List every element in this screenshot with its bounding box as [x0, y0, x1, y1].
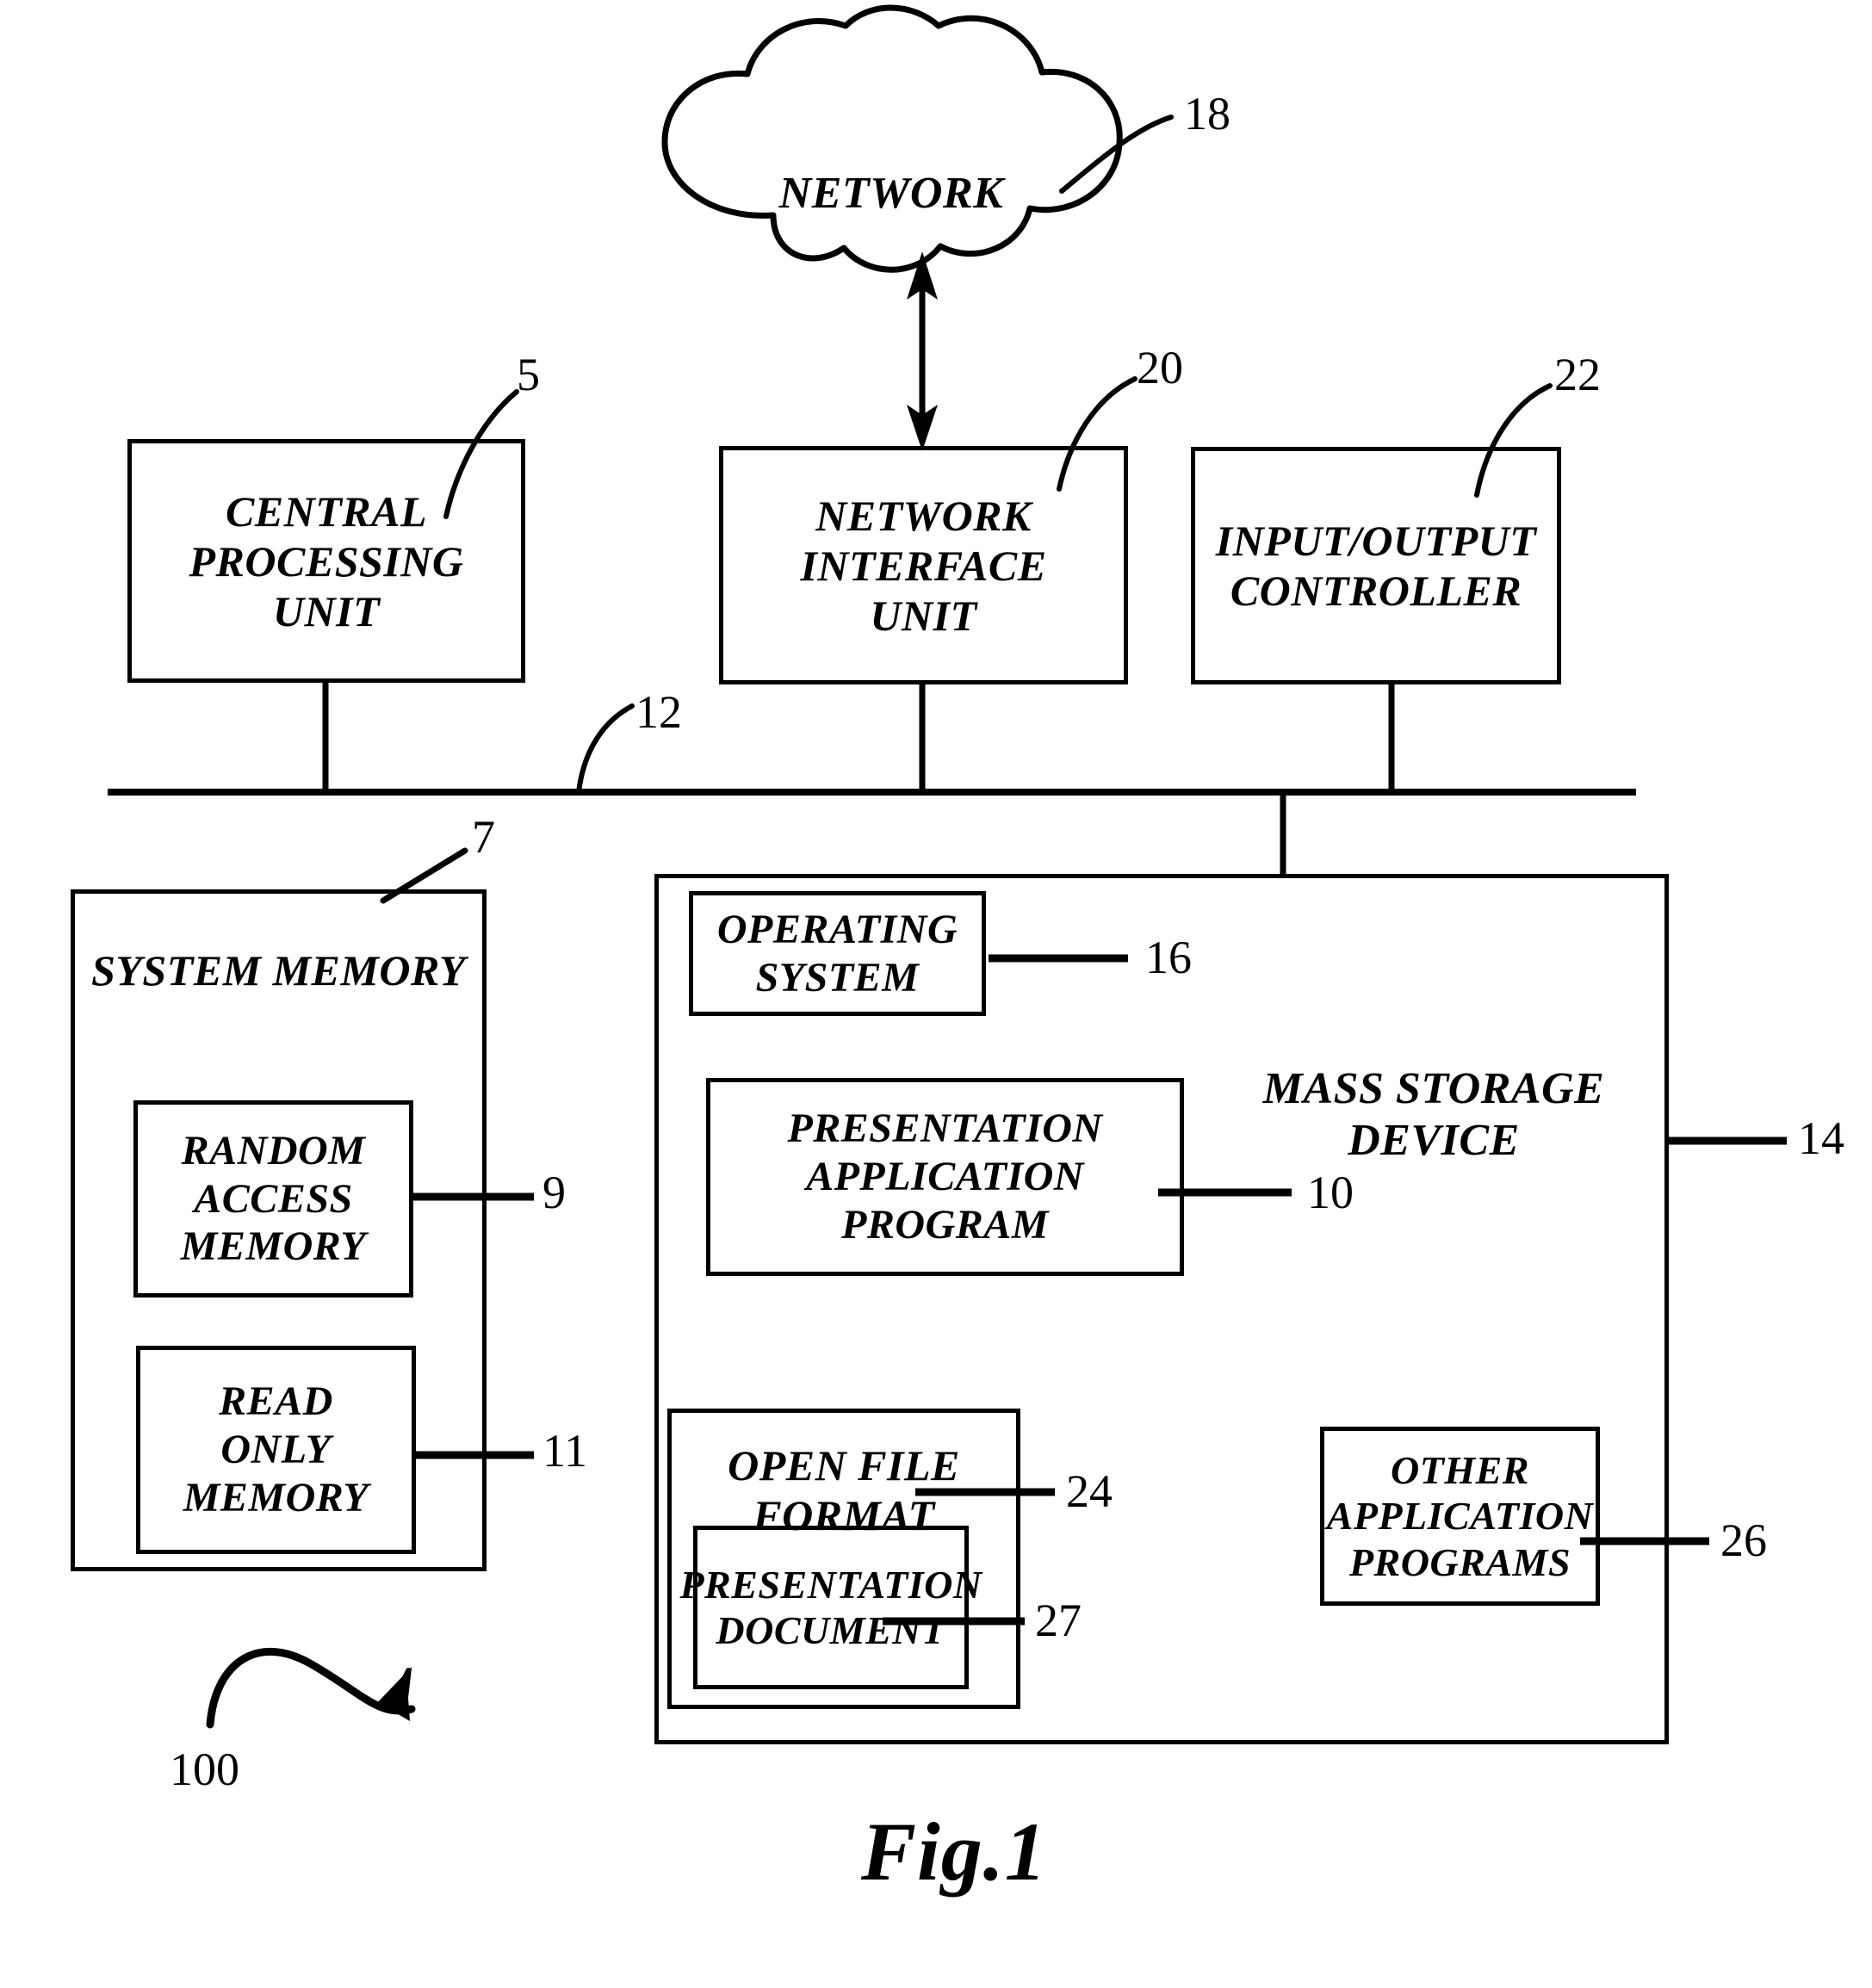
ref-num-9: 9 — [542, 1167, 566, 1218]
system-pointer-arrow-curve — [206, 1647, 416, 1729]
ref-num-14: 14 — [1798, 1112, 1844, 1164]
system-pointer-arrow-head — [377, 1668, 412, 1721]
box-label-niu: NETWORK INTERFACE UNIT — [800, 491, 1047, 640]
ref-num-27: 27 — [1035, 1595, 1082, 1646]
box-label-presentation-app: PRESENTATION APPLICATION PROGRAM — [787, 1105, 1103, 1248]
figure-caption: Fig.1 — [861, 1805, 1047, 1898]
box-presentation-document[interactable]: PRESENTATION DOCUMENT — [679, 1526, 982, 1689]
box-label-operating-system: OPERATING SYSTEM — [716, 906, 958, 1000]
box-network-interface-unit[interactable]: NETWORK INTERFACE UNIT — [719, 446, 1128, 684]
network-cloud-label: NETWORK — [778, 169, 1004, 218]
box-central-processing-unit[interactable]: CENTRAL PROCESSING UNIT — [127, 439, 525, 683]
ref-num-26: 26 — [1720, 1514, 1767, 1566]
ref-num-24: 24 — [1066, 1465, 1113, 1517]
leader-line-18 — [1059, 115, 1174, 194]
box-label-ram: RANDOM ACCESS MEMORY — [180, 1127, 367, 1270]
leader-line-12 — [576, 703, 635, 795]
box-label-mass-storage: MASS STORAGE DEVICE — [1262, 1064, 1605, 1166]
ref-num-22: 22 — [1554, 349, 1601, 400]
system-pointer-arrow-head-2 — [374, 1667, 412, 1712]
ref-num-11: 11 — [542, 1425, 587, 1477]
box-presentation-application-program[interactable]: PRESENTATION APPLICATION PROGRAM — [706, 1078, 1184, 1276]
patent-figure-1: NETWORK 18 CENTRAL PROCESSING UNIT 5 NET… — [0, 0, 1872, 1988]
network-cloud-shape — [661, 4, 1123, 273]
ref-num-20: 20 — [1137, 342, 1183, 393]
box-label-system-memory: SYSTEM MEMORY — [91, 946, 466, 994]
box-label-cpu: CENTRAL PROCESSING UNIT — [189, 486, 464, 635]
ref-num-100: 100 — [170, 1743, 239, 1795]
ref-num-18: 18 — [1184, 88, 1230, 139]
ref-num-5: 5 — [517, 349, 540, 400]
box-label-other-app-programs: OTHER APPLICATION PROGRAMS — [1326, 1447, 1594, 1584]
ref-num-7: 7 — [472, 811, 495, 863]
box-label-ioc: INPUT/OUTPUT CONTROLLER — [1215, 517, 1537, 615]
network-link-arrow-down — [907, 405, 938, 451]
box-operating-system[interactable]: OPERATING SYSTEM — [689, 891, 986, 1016]
ref-num-10: 10 — [1307, 1167, 1354, 1218]
box-input-output-controller[interactable]: INPUT/OUTPUT CONTROLLER — [1191, 447, 1561, 684]
ref-num-16: 16 — [1145, 932, 1192, 983]
ref-num-12: 12 — [635, 686, 682, 738]
box-other-application-programs[interactable]: OTHER APPLICATION PROGRAMS — [1320, 1427, 1600, 1606]
network-link-arrow-up — [907, 251, 938, 300]
box-read-only-memory[interactable]: READ ONLY MEMORY — [136, 1346, 416, 1554]
box-random-access-memory[interactable]: RANDOM ACCESS MEMORY — [133, 1100, 413, 1297]
box-label-rom: READ ONLY MEMORY — [183, 1378, 369, 1520]
box-label-presentation-document: PRESENTATION DOCUMENT — [679, 1562, 982, 1652]
